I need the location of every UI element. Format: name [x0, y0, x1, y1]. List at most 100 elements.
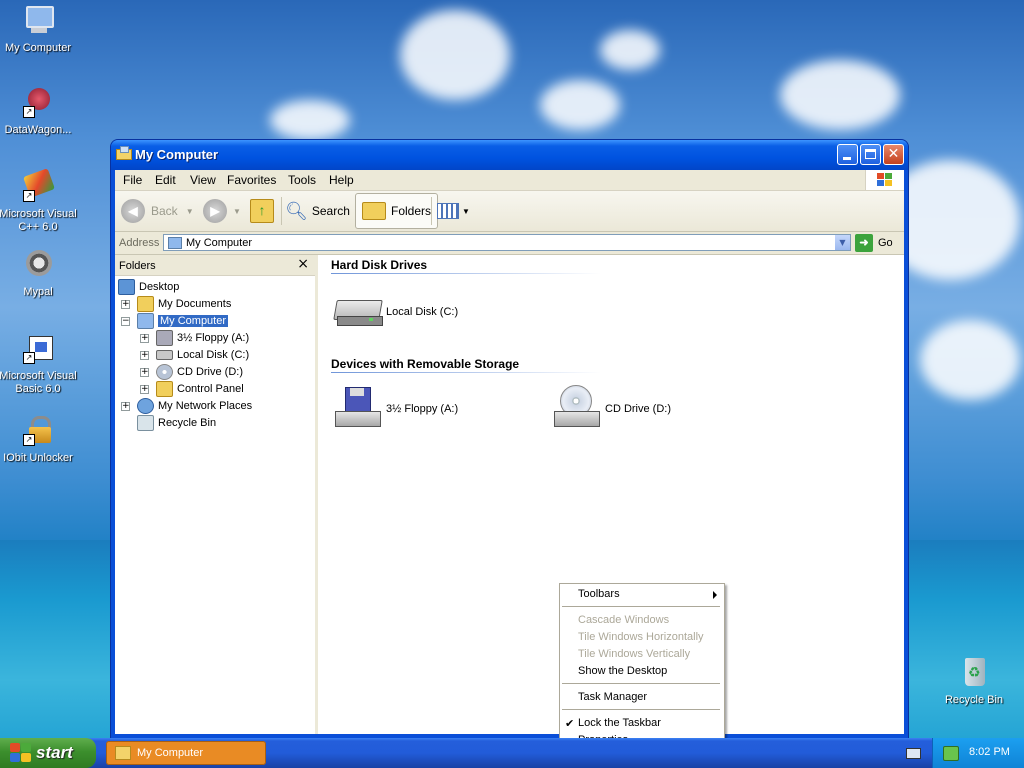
computer-icon — [21, 4, 55, 38]
go-button[interactable]: ➜ Go — [855, 234, 893, 252]
computer-icon — [168, 237, 182, 249]
menu-item-tile-vertically[interactable]: Tile Windows Vertically — [578, 648, 690, 660]
folder-computer-icon — [116, 146, 132, 160]
taskbar[interactable]: start My Computer 8:02 PM — [0, 738, 1024, 768]
menu-item-cascade-windows[interactable]: Cascade Windows — [578, 614, 669, 626]
cloud — [920, 320, 1020, 400]
group-divider — [331, 273, 601, 274]
tree-item-local-disk[interactable]: Local Disk (C:) — [156, 347, 249, 363]
cloud — [600, 30, 660, 70]
folders-pane-header: Folders × — [115, 255, 315, 276]
tree-item-recycle-bin[interactable]: Recycle Bin — [137, 415, 216, 431]
visual-cpp-icon: ↗ — [21, 168, 55, 204]
floppy-drive-icon — [156, 330, 173, 346]
back-button[interactable]: ◀ Back ▼ — [121, 195, 194, 227]
back-arrow-icon: ◀ — [121, 199, 145, 223]
drive-local-disk-c[interactable]: Local Disk (C:) — [333, 288, 458, 336]
collapse-icon[interactable]: − — [121, 317, 130, 326]
tree-item-my-network-places[interactable]: My Network Places — [137, 398, 252, 414]
expand-icon[interactable]: + — [140, 385, 149, 394]
maximize-button[interactable] — [860, 144, 881, 165]
expand-icon[interactable]: + — [121, 300, 130, 309]
chevron-down-icon[interactable]: ▼ — [233, 207, 241, 216]
tree-item-control-panel[interactable]: Control Panel — [156, 381, 244, 397]
folder-computer-icon — [115, 746, 131, 760]
expand-icon[interactable]: + — [121, 402, 130, 411]
address-dropdown-button[interactable]: ▼ — [835, 235, 850, 250]
drive-floppy-a[interactable]: 3½ Floppy (A:) — [333, 385, 458, 433]
desktop-icon-datawagon[interactable]: ↗ DataWagon... — [0, 86, 78, 137]
folders-button[interactable]: Folders — [355, 193, 439, 229]
datawagon-icon: ↗ — [21, 86, 55, 120]
search-icon: 🔍︎ — [285, 200, 308, 221]
standard-toolbar: ◀ Back ▼ ▶ ▼ ↑ 🔍︎ Search Folders ▼ — [115, 191, 904, 232]
cloud — [270, 100, 350, 140]
menu-item-task-manager[interactable]: Task Manager — [578, 691, 647, 703]
floppy-drive-icon — [333, 385, 381, 433]
menu-favorites[interactable]: Favorites — [227, 173, 276, 187]
padlock-icon: ↗ — [21, 414, 55, 448]
search-button[interactable]: 🔍︎ Search — [285, 195, 350, 227]
menu-tools[interactable]: Tools — [288, 173, 316, 187]
group-title-hard-disk-drives: Hard Disk Drives — [331, 258, 428, 272]
windows-logo-icon — [865, 170, 904, 190]
folders-pane: Folders × Desktop + My Documents − My Co… — [115, 255, 318, 734]
menu-item-tile-horizontally[interactable]: Tile Windows Horizontally — [578, 631, 704, 643]
desktop-icon-visual-cpp[interactable]: ↗ Microsoft Visual C++ 6.0 — [0, 168, 78, 234]
hard-drive-icon — [156, 350, 173, 360]
taskbar-button-my-computer[interactable]: My Computer — [106, 741, 266, 765]
forward-button[interactable]: ▶ ▼ — [203, 195, 241, 227]
menu-view[interactable]: View — [190, 173, 216, 187]
menu-file[interactable]: File — [123, 173, 142, 187]
taskbar-context-menu: Toolbars Cascade Windows Tile Windows Ho… — [559, 583, 725, 753]
cd-drive-icon — [552, 385, 600, 433]
close-icon[interactable]: × — [297, 256, 309, 272]
address-label: Address — [119, 237, 160, 249]
tree-item-my-documents[interactable]: My Documents — [137, 296, 231, 312]
title-bar[interactable]: My Computer ✕ — [111, 140, 908, 170]
menu-item-toolbars[interactable]: Toolbars — [578, 588, 620, 600]
desktop-icon-visual-basic[interactable]: ↗ Microsoft Visual Basic 6.0 — [0, 332, 78, 396]
desktop-icon-iobit-unlocker[interactable]: ↗ IObit Unlocker — [0, 414, 78, 465]
menu-item-show-desktop[interactable]: Show the Desktop — [578, 665, 667, 677]
toolbar-separator — [281, 197, 282, 225]
tree-item-floppy[interactable]: 3½ Floppy (A:) — [156, 330, 249, 346]
go-arrow-icon: ➜ — [855, 234, 873, 252]
minimize-button[interactable] — [837, 144, 858, 165]
desktop-icon-recycle-bin[interactable]: ♻ Recycle Bin — [934, 656, 1014, 707]
menu-item-lock-taskbar[interactable]: Lock the Taskbar — [578, 717, 661, 729]
expand-icon[interactable]: + — [140, 351, 149, 360]
cloud — [780, 60, 900, 130]
tree-item-cd-drive[interactable]: CD Drive (D:) — [156, 364, 243, 380]
tree-item-my-computer[interactable]: My Computer — [137, 313, 229, 329]
visual-basic-icon: ↗ — [21, 332, 55, 366]
folders-pane-title: Folders — [119, 260, 156, 272]
menu-separator — [562, 606, 720, 607]
network-places-icon — [137, 398, 154, 414]
cloud — [400, 10, 510, 100]
raccoon-icon — [21, 248, 55, 282]
folder-documents-icon — [137, 296, 154, 312]
folder-icon — [362, 202, 386, 220]
tree-item-desktop[interactable]: Desktop — [118, 279, 179, 295]
expand-icon[interactable]: + — [140, 368, 149, 377]
recycle-bin-icon: ♻ — [957, 656, 991, 690]
address-field[interactable]: My Computer ▼ — [163, 234, 851, 251]
windows-flag-icon — [10, 743, 32, 763]
chevron-down-icon[interactable]: ▼ — [186, 207, 194, 216]
clock[interactable]: 8:02 PM — [969, 746, 1010, 758]
start-button[interactable]: start — [0, 738, 96, 768]
recycle-bin-icon — [137, 415, 154, 431]
views-button[interactable]: ▼ — [437, 195, 470, 227]
keyboard-icon[interactable] — [906, 748, 921, 759]
expand-icon[interactable]: + — [140, 334, 149, 343]
close-button[interactable]: ✕ — [883, 144, 904, 165]
menu-help[interactable]: Help — [329, 173, 354, 187]
desktop-icon-my-computer[interactable]: My Computer — [0, 4, 78, 55]
desktop-icon-mypal[interactable]: Mypal — [0, 248, 78, 299]
up-folder-button[interactable]: ↑ — [250, 195, 274, 227]
network-tray-icon[interactable] — [943, 746, 959, 761]
drive-cd-d[interactable]: CD Drive (D:) — [552, 385, 671, 433]
system-tray: 8:02 PM — [932, 738, 1024, 768]
menu-edit[interactable]: Edit — [155, 173, 176, 187]
